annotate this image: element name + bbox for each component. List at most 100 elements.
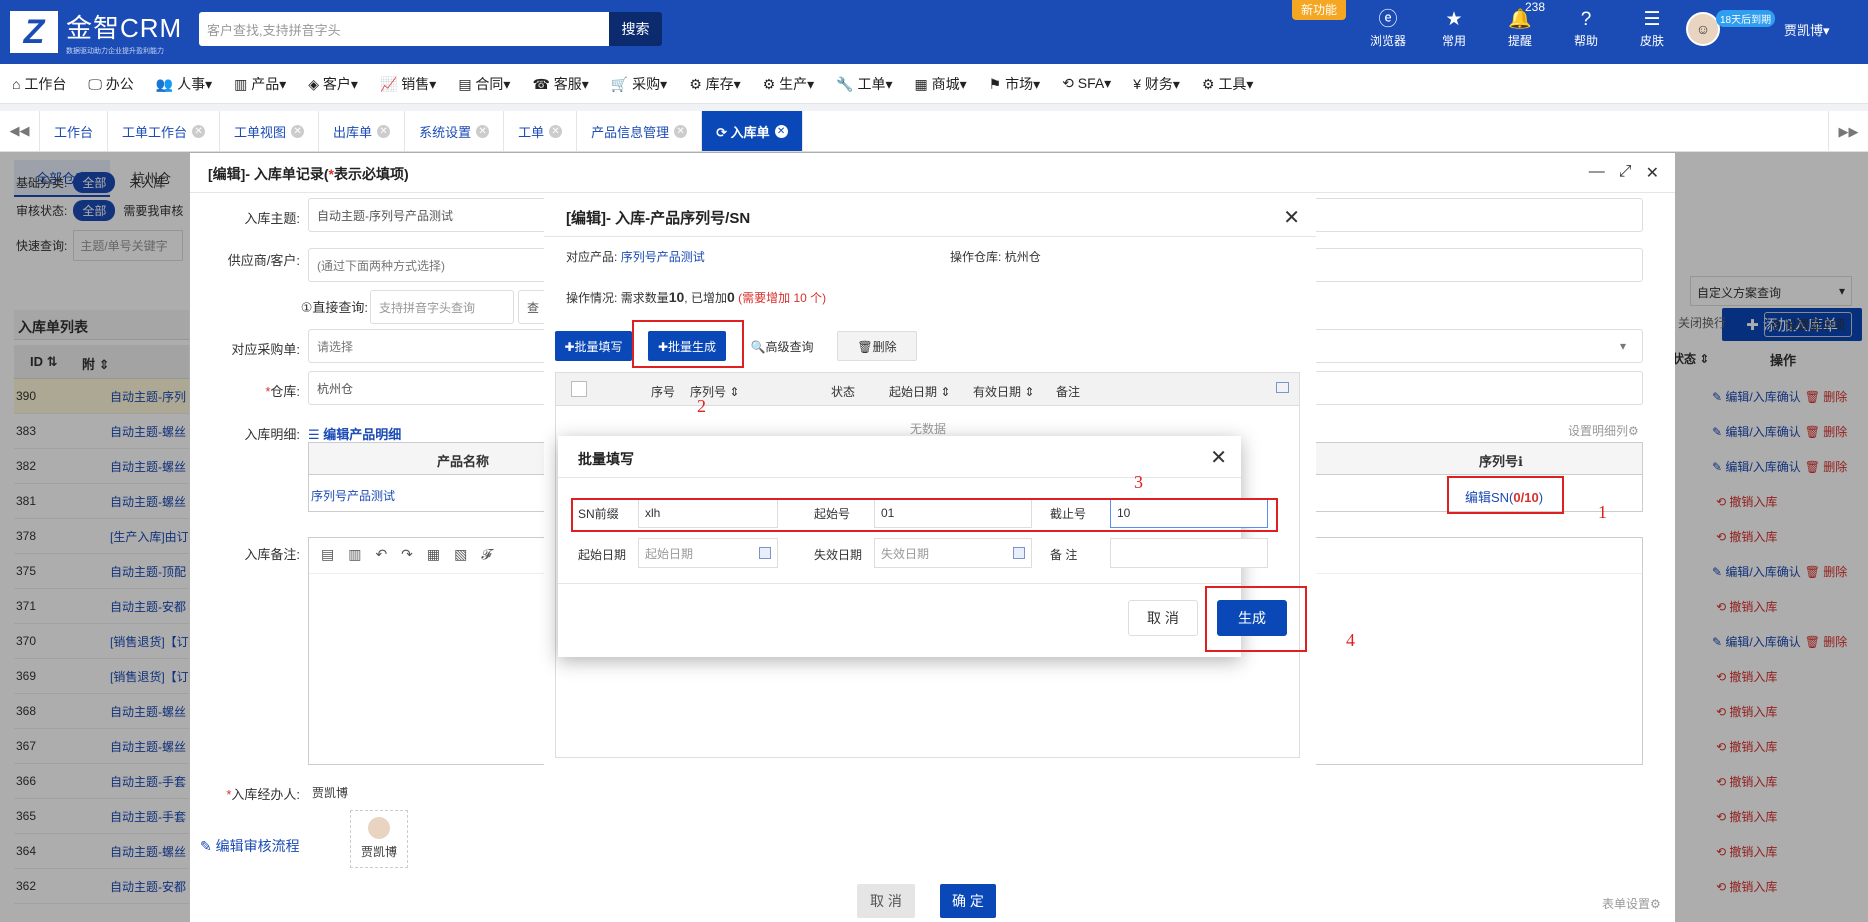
exp-date-input[interactable]: 失效日期	[874, 538, 1032, 568]
close-icon[interactable]: ✕	[1646, 163, 1659, 183]
user-menu[interactable]: ☺ 18天后到期 贾凯博▾	[1686, 10, 1830, 46]
tab-label: 系统设置	[419, 124, 472, 140]
menu-item-11[interactable]: 🔧 工单▾	[836, 74, 892, 94]
detail-columns-setting[interactable]: 设置明细列⚙	[1568, 422, 1639, 439]
menu-item-7[interactable]: ☎ 客服▾	[532, 74, 588, 94]
direct-query-input[interactable]: 支持拼音字头查询	[370, 290, 514, 324]
new-feature-badge[interactable]: 新功能	[1292, 0, 1347, 20]
remark-input[interactable]	[1110, 538, 1268, 568]
menu-item-13[interactable]: ⚑ 市场▾	[989, 74, 1040, 94]
delete-button[interactable]: 🗑删除	[837, 331, 917, 361]
handler-label: *入库经办人:	[190, 784, 300, 803]
logo-subtitle: 数据驱动助力企业提升盈利能力	[66, 48, 164, 55]
menu-item-15[interactable]: ¥ 财务▾	[1133, 74, 1180, 94]
close-icon[interactable]: ✕	[1283, 205, 1300, 230]
sn-added-qty: 0	[726, 289, 735, 305]
menu-item-5[interactable]: 📈 销售▾	[380, 74, 436, 94]
sn-col-5[interactable]: 备注	[1056, 383, 1080, 400]
sn-ok-button[interactable]: 确 定	[940, 884, 996, 918]
sn-col-4[interactable]: 有效日期 ⇕	[973, 383, 1034, 400]
supplier-label: 供应商/客户:	[227, 253, 300, 268]
sn-status-label: 操作情况:	[566, 291, 618, 305]
close-icon[interactable]: ✕	[476, 124, 490, 138]
toolbar-browser[interactable]: ⓔ 浏览器	[1355, 8, 1421, 49]
th-serial-number: 序列号ℹ	[1479, 454, 1523, 469]
annotation-box-2	[632, 320, 744, 368]
audit-user-name: 贾凯博	[360, 845, 397, 859]
menu-item-1[interactable]: 🖵 办公	[88, 74, 133, 94]
top-bar: Z 金智CRM 数据驱动助力企业提升盈利能力 客户查找,支持拼音字头 搜索 新功…	[0, 0, 1868, 64]
main-menu: ⌂ 工作台 🖵 办公 👥 人事▾ ▥ 产品▾ ◈ 客户▾ 📈 销售▾ ▤ 合同▾ ☎ 客服▾ 🛒…	[0, 64, 1868, 104]
menu-item-10[interactable]: ⚙ 生产▾	[763, 74, 814, 94]
menu-item-4[interactable]: ◈ 客户▾	[308, 74, 358, 94]
tab-6[interactable]: 产品信息管理 ✕	[577, 111, 703, 151]
edit-audit-flow-link[interactable]: ✎ 编辑审核流程	[200, 836, 300, 856]
calendar-icon[interactable]	[1013, 547, 1025, 559]
sn-col-0[interactable]: 序号	[651, 383, 675, 400]
tab-label: 工单工作台	[122, 124, 188, 140]
sn-col-2[interactable]: 状态	[831, 383, 855, 400]
menu-item-6[interactable]: ▤ 合同▾	[458, 74, 510, 94]
toolbar-help[interactable]: ? 帮助	[1553, 8, 1619, 49]
close-icon[interactable]: ✕	[291, 124, 305, 138]
close-icon[interactable]: ✕	[674, 124, 688, 138]
menu-item-16[interactable]: ⚙ 工具▾	[1202, 74, 1253, 94]
editor-title-text: [编辑]- 入库单记录(	[208, 166, 329, 182]
advanced-query-button[interactable]: 🔍高级查询	[742, 331, 822, 361]
handler-value[interactable]: 贾凯博	[312, 784, 348, 801]
search-button[interactable]: 搜索	[609, 12, 662, 46]
menu-item-8[interactable]: 🛒 采购▾	[611, 74, 667, 94]
tab-2[interactable]: 工单视图 ✕	[220, 111, 320, 151]
close-icon[interactable]: ✕	[192, 124, 206, 138]
logo-mark: Z	[10, 11, 58, 53]
edit-product-detail-link[interactable]: ☰ 编辑产品明细	[308, 424, 401, 443]
batch-cancel-button[interactable]: 取 消	[1128, 600, 1198, 636]
toolbar-skin[interactable]: ☰ 皮肤	[1619, 8, 1685, 49]
minimize-icon[interactable]: —	[1589, 163, 1605, 183]
close-icon[interactable]: ✕	[1210, 445, 1227, 470]
remark-label: 入库备注:	[244, 547, 300, 562]
tab-4[interactable]: 系统设置 ✕	[405, 111, 505, 151]
exp-date-label: 失效日期	[814, 548, 863, 562]
toolbar-star[interactable]: ★ 常用	[1421, 8, 1487, 49]
sn-product-value[interactable]: 序列号产品测试	[621, 250, 705, 264]
tab-3[interactable]: 出库单 ✕	[319, 111, 406, 151]
editor-window-controls: — ⤢ ✕	[1575, 163, 1659, 183]
menu-item-0[interactable]: ⌂ 工作台	[12, 74, 66, 94]
sn-product-label: 对应产品:	[566, 250, 618, 264]
start-date-input[interactable]: 起始日期	[638, 538, 778, 568]
select-all-checkbox[interactable]	[571, 381, 587, 397]
menu-item-12[interactable]: ▦ 商城▾	[914, 74, 966, 94]
tab-scroll-right-icon[interactable]: ▶▶	[1828, 111, 1868, 152]
tab-0[interactable]: 工作台	[40, 111, 109, 151]
star-icon: ★	[1445, 9, 1463, 30]
sn-col-3[interactable]: 起始日期 ⇕	[889, 383, 950, 400]
close-icon[interactable]: ✕	[549, 124, 563, 138]
logo[interactable]: Z 金智CRM 数据驱动助力企业提升盈利能力	[10, 8, 182, 56]
avatar[interactable]: ☺	[1686, 12, 1720, 46]
menu-item-9[interactable]: ⚙ 库存▾	[689, 74, 740, 94]
menu-item-3[interactable]: ▥ 产品▾	[234, 74, 286, 94]
audit-flow-user[interactable]: 贾凯博	[350, 810, 408, 868]
sn-warehouse-label: 操作仓库:	[950, 250, 1002, 264]
calendar-icon[interactable]	[759, 547, 771, 559]
column-settings-icon[interactable]	[1276, 382, 1289, 393]
search-input[interactable]: 客户查找,支持拼音字头	[199, 12, 609, 46]
tab-scroll-left-icon[interactable]: ◀◀	[0, 111, 40, 151]
remark-label: 备 注	[1050, 548, 1078, 562]
user-name[interactable]: 贾凯博▾	[1784, 20, 1830, 39]
batch-fill-button[interactable]: ✚批量填写	[555, 331, 632, 361]
tab-5[interactable]: 工单 ✕	[504, 111, 578, 151]
tab-7[interactable]: ⟳ 入库单 ✕	[702, 111, 803, 151]
toolbar-bell[interactable]: 🔔 提醒 238	[1487, 0, 1553, 49]
close-icon[interactable]: ✕	[377, 124, 391, 138]
menu-item-2[interactable]: 👥 人事▾	[156, 74, 212, 94]
close-icon[interactable]: ✕	[774, 124, 788, 138]
avatar	[368, 817, 390, 839]
form-settings-link[interactable]: 表单设置⚙	[1602, 895, 1661, 912]
maximize-icon[interactable]: ⤢	[1619, 163, 1632, 183]
tab-1[interactable]: 工单工作台 ✕	[108, 111, 221, 151]
menu-item-14[interactable]: ⟲ SFA▾	[1062, 75, 1111, 92]
product-name-cell[interactable]: 序列号产品测试	[311, 487, 395, 504]
sn-cancel-button[interactable]: 取 消	[857, 884, 915, 918]
